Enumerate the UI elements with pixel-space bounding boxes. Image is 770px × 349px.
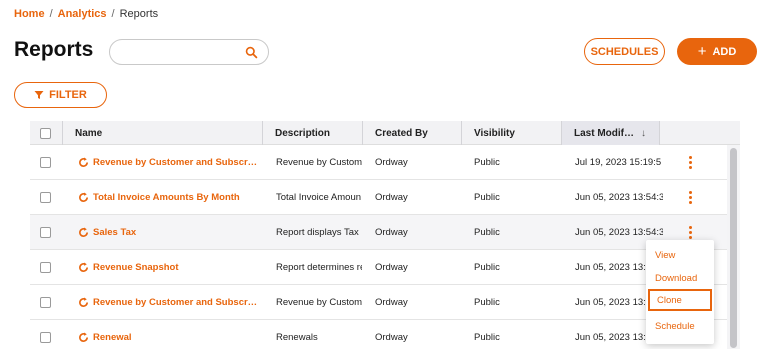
- report-visibility: Public: [474, 192, 500, 203]
- table-row[interactable]: Revenue by Customer and Subscr… Revenue …: [30, 285, 730, 320]
- column-header-label: Description: [275, 127, 331, 139]
- search-input[interactable]: [120, 44, 245, 62]
- kebab-menu-icon: [688, 191, 692, 204]
- report-created-by: Ordway: [375, 227, 408, 238]
- breadcrumb-separator: /: [49, 8, 53, 20]
- menu-item-clone[interactable]: Clone: [648, 289, 712, 311]
- report-name: Revenue by Customer and Subscr…: [93, 297, 258, 308]
- report-name-link[interactable]: Total Invoice Amounts By Month: [78, 180, 260, 215]
- column-header-label: Visibility: [474, 127, 515, 139]
- kebab-menu-icon: [688, 226, 692, 239]
- report-name: Total Invoice Amounts By Month: [93, 192, 240, 203]
- row-actions-button[interactable]: [682, 145, 698, 180]
- column-header-created-by[interactable]: Created By: [363, 121, 462, 145]
- filter-button-label: FILTER: [49, 89, 87, 101]
- report-created-by: Ordway: [375, 262, 408, 273]
- breadcrumb-home-link[interactable]: Home: [14, 8, 45, 20]
- report-description: Revenue by Custom: [276, 157, 362, 168]
- select-all-checkbox[interactable]: [40, 127, 51, 139]
- refresh-icon: [79, 262, 88, 272]
- add-button[interactable]: + ADD: [677, 38, 757, 65]
- report-visibility: Public: [474, 157, 500, 168]
- report-description: Report displays Tax: [276, 227, 359, 238]
- row-checkbox[interactable]: [40, 262, 51, 273]
- refresh-icon: [79, 157, 88, 167]
- search-box[interactable]: [109, 39, 269, 65]
- report-name: Renewal: [93, 332, 132, 343]
- report-created-by: Ordway: [375, 297, 408, 308]
- breadcrumb: Home / Analytics / Reports: [14, 8, 158, 20]
- table-row[interactable]: Sales Tax Report displays Tax Ordway Pub…: [30, 215, 730, 250]
- page-title: Reports: [14, 38, 94, 61]
- report-name-link[interactable]: Revenue by Customer and Subscr…: [78, 285, 260, 320]
- plus-icon: +: [697, 43, 707, 60]
- search-icon[interactable]: [245, 46, 258, 59]
- report-name: Revenue Snapshot: [93, 262, 179, 273]
- sort-descending-icon[interactable]: ↓: [641, 128, 646, 139]
- reports-table: Name Description Created By Visibility L…: [30, 121, 740, 349]
- column-header-name[interactable]: Name: [63, 121, 263, 145]
- report-visibility: Public: [474, 227, 500, 238]
- column-header-description[interactable]: Description: [263, 121, 363, 145]
- row-actions-menu: View Download Clone Schedule: [646, 240, 714, 344]
- table-row[interactable]: Revenue by Customer and Subscr… Revenue …: [30, 145, 730, 180]
- breadcrumb-separator: /: [111, 8, 115, 20]
- row-checkbox[interactable]: [40, 332, 51, 343]
- menu-item-view[interactable]: View: [648, 244, 712, 266]
- report-visibility: Public: [474, 332, 500, 343]
- report-name: Revenue by Customer and Subscr…: [93, 157, 258, 168]
- column-header-label: Last Modif…: [574, 127, 634, 139]
- kebab-menu-icon: [688, 156, 692, 169]
- table-row[interactable]: Total Invoice Amounts By Month Total Inv…: [30, 180, 730, 215]
- row-actions-button[interactable]: [682, 180, 698, 215]
- select-all-header: [30, 121, 63, 145]
- report-name: Sales Tax: [93, 227, 137, 238]
- report-created-by: Ordway: [375, 332, 408, 343]
- report-last-modified: Jun 05, 2023 13:54:3: [575, 192, 663, 203]
- table-row[interactable]: Revenue Snapshot Report determines re Or…: [30, 250, 730, 285]
- refresh-icon: [79, 332, 88, 342]
- report-description: Total Invoice Amoun: [276, 192, 362, 203]
- funnel-icon: [34, 91, 44, 99]
- add-button-label: ADD: [712, 45, 737, 58]
- scrollbar-thumb[interactable]: [730, 148, 737, 348]
- report-name-link[interactable]: Revenue by Customer and Subscr…: [78, 145, 260, 180]
- schedules-button[interactable]: SCHEDULES: [584, 38, 665, 65]
- row-checkbox[interactable]: [40, 192, 51, 203]
- column-header-last-modified[interactable]: Last Modif… ↓: [562, 121, 660, 145]
- report-description: Renewals: [276, 332, 318, 343]
- row-checkbox[interactable]: [40, 297, 51, 308]
- refresh-icon: [79, 227, 88, 237]
- filter-button[interactable]: FILTER: [14, 82, 107, 108]
- report-last-modified: Jul 19, 2023 15:19:5: [575, 157, 662, 168]
- breadcrumb-current: Reports: [119, 8, 159, 20]
- report-visibility: Public: [474, 297, 500, 308]
- report-created-by: Ordway: [375, 157, 408, 168]
- row-checkbox[interactable]: [40, 157, 51, 168]
- vertical-scrollbar[interactable]: [727, 145, 740, 349]
- report-visibility: Public: [474, 262, 500, 273]
- report-name-link[interactable]: Sales Tax: [78, 215, 260, 250]
- column-header-visibility[interactable]: Visibility: [462, 121, 562, 145]
- row-checkbox[interactable]: [40, 227, 51, 238]
- report-name-link[interactable]: Revenue Snapshot: [78, 250, 260, 285]
- report-description: Revenue by Custom: [276, 297, 362, 308]
- refresh-icon: [79, 192, 88, 202]
- breadcrumb-analytics-link[interactable]: Analytics: [58, 8, 107, 20]
- report-name-link[interactable]: Renewal: [78, 320, 260, 349]
- report-description: Report determines re: [276, 262, 362, 273]
- menu-item-schedule[interactable]: Schedule: [648, 315, 712, 337]
- column-header-label: Name: [75, 127, 103, 139]
- table-row[interactable]: Renewal Renewals Ordway Public Jun 05, 2…: [30, 320, 730, 349]
- table-header: Name Description Created By Visibility L…: [30, 121, 740, 145]
- refresh-icon: [79, 297, 88, 307]
- report-created-by: Ordway: [375, 192, 408, 203]
- column-header-label: Created By: [375, 127, 428, 139]
- menu-item-download[interactable]: Download: [648, 267, 712, 289]
- schedules-button-label: SCHEDULES: [590, 45, 659, 58]
